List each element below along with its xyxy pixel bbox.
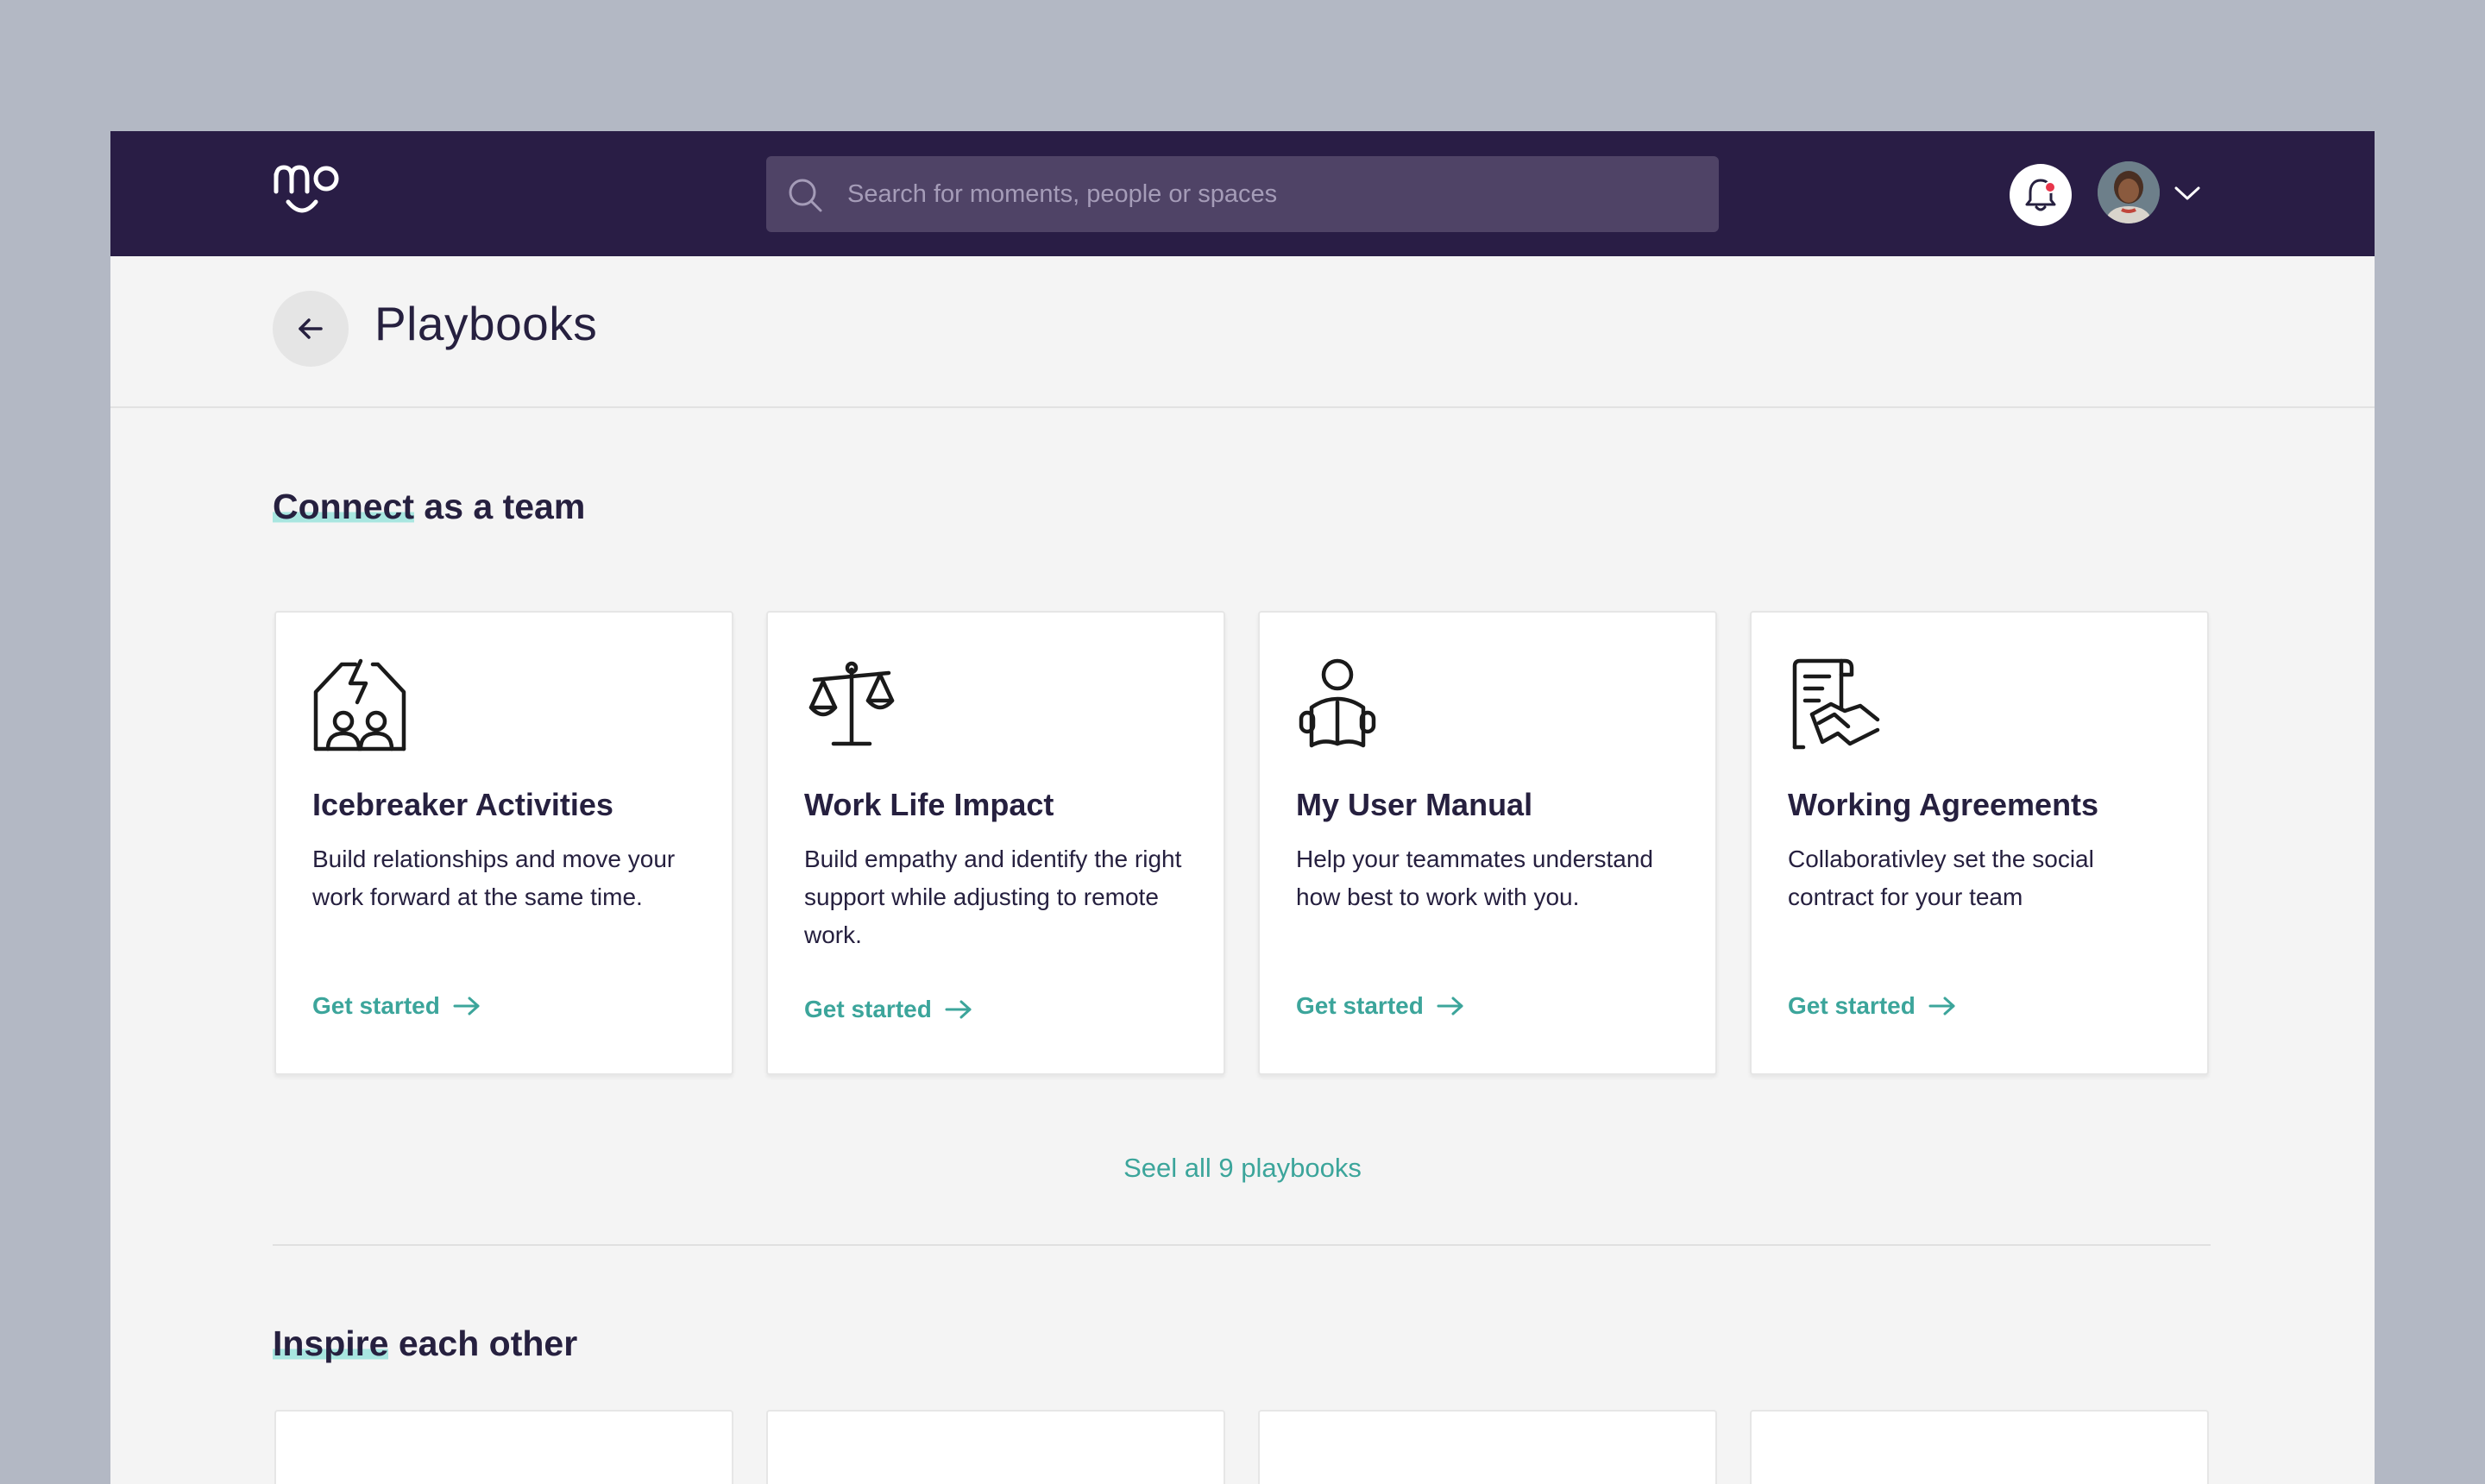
back-button[interactable] bbox=[273, 291, 349, 367]
get-started-label: Get started bbox=[1788, 992, 1916, 1019]
person-reading-book-icon bbox=[1299, 658, 1376, 748]
get-started-label: Get started bbox=[1296, 992, 1424, 1019]
mo-logo[interactable] bbox=[273, 164, 342, 224]
card-title: Work Life Impact bbox=[804, 787, 1054, 822]
get-started-link[interactable]: Get started bbox=[1788, 992, 1957, 1020]
top-navigation-bar bbox=[110, 131, 2375, 256]
playbook-card[interactable] bbox=[766, 1410, 1225, 1484]
avatar-photo bbox=[2098, 161, 2160, 223]
section-heading-inspire: Inspire each other bbox=[273, 1324, 577, 1364]
playbook-card[interactable] bbox=[274, 1410, 733, 1484]
card-description: Help your teammates understand how best … bbox=[1296, 846, 1653, 910]
playbook-card-working-agreements[interactable]: Working Agreements Collaborativley set t… bbox=[1750, 611, 2209, 1075]
scales-icon bbox=[808, 661, 895, 746]
document-handshake-icon bbox=[1792, 658, 1880, 750]
card-title: Icebreaker Activities bbox=[312, 787, 613, 822]
arrow-right-icon bbox=[1928, 997, 1955, 1016]
get-started-link[interactable]: Get started bbox=[312, 992, 481, 1020]
heading-rest: each other bbox=[388, 1324, 578, 1363]
search-bar[interactable] bbox=[766, 156, 1719, 232]
user-avatar[interactable] bbox=[2098, 161, 2160, 223]
get-started-label: Get started bbox=[804, 996, 932, 1022]
card-title: Working Agreements bbox=[1788, 787, 2099, 822]
app-frame: Playbooks Connect as a team Icebreaker A… bbox=[110, 131, 2375, 1484]
search-icon bbox=[789, 179, 822, 212]
card-title: My User Manual bbox=[1296, 787, 1533, 822]
get-started-link[interactable]: Get started bbox=[1296, 992, 1465, 1020]
heading-rest: as a team bbox=[414, 487, 586, 526]
page-title: Playbooks bbox=[374, 297, 598, 350]
card-description: Build relationships and move your work f… bbox=[312, 846, 676, 910]
heading-highlight: Connect bbox=[273, 487, 414, 526]
heading-highlight: Inspire bbox=[273, 1324, 389, 1363]
chevron-down-icon[interactable] bbox=[2173, 183, 2202, 204]
get-started-label: Get started bbox=[312, 992, 440, 1019]
playbook-card-user-manual[interactable]: My User Manual Help your teammates under… bbox=[1258, 611, 1717, 1075]
section-heading-connect: Connect as a team bbox=[273, 487, 585, 527]
notifications-button[interactable] bbox=[2010, 164, 2072, 226]
playbook-card-icebreaker[interactable]: Icebreaker Activities Build relationship… bbox=[274, 611, 733, 1075]
playbook-card[interactable] bbox=[1750, 1410, 2209, 1484]
arrow-right-icon bbox=[453, 997, 480, 1016]
playbook-card-work-life-impact[interactable]: Work Life Impact Build empathy and ident… bbox=[766, 611, 1225, 1075]
lightning-house-people-icon bbox=[313, 658, 406, 751]
arrow-right-icon bbox=[1437, 997, 1463, 1016]
notification-badge bbox=[2044, 181, 2056, 193]
playbook-card[interactable] bbox=[1258, 1410, 1717, 1484]
page-header: Playbooks bbox=[110, 256, 2375, 408]
search-input[interactable] bbox=[847, 156, 1693, 232]
section-divider bbox=[273, 1244, 2211, 1246]
arrow-left-icon bbox=[299, 318, 323, 339]
get-started-link[interactable]: Get started bbox=[804, 996, 973, 1023]
see-all-playbooks-link[interactable]: Seel all 9 playbooks bbox=[110, 1153, 2375, 1184]
card-description: Build empathy and identify the right sup… bbox=[804, 846, 1182, 948]
card-description: Collaborativley set the social contract … bbox=[1788, 846, 2094, 910]
arrow-right-icon bbox=[945, 1000, 972, 1019]
